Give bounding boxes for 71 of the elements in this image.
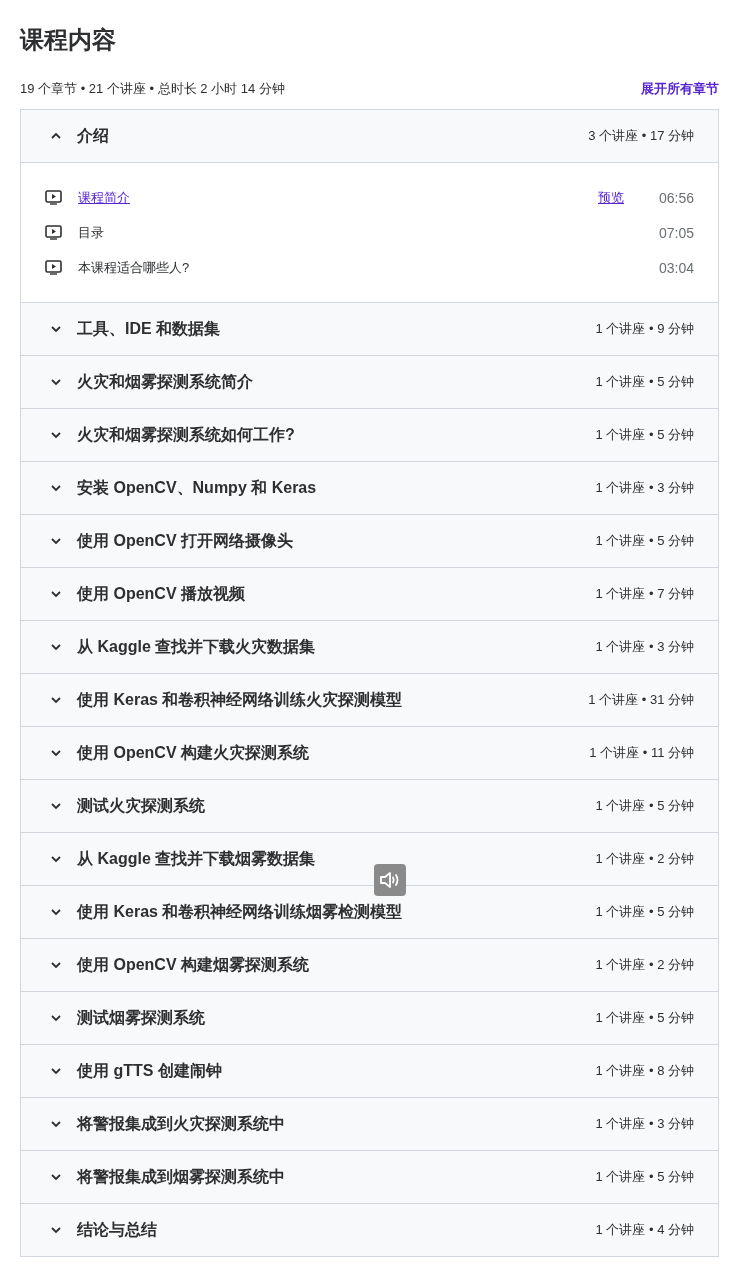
section-meta: 1 个讲座 • 3 分钟 [595, 479, 694, 497]
section-title: 将警报集成到火灾探测系统中 [77, 1113, 286, 1134]
section-meta: 1 个讲座 • 7 分钟 [595, 585, 694, 603]
lecture-link[interactable]: 课程简介 [78, 189, 130, 205]
section-meta: 1 个讲座 • 3 分钟 [595, 1115, 694, 1133]
section-meta: 1 个讲座 • 11 分钟 [589, 744, 694, 762]
section-title: 将警报集成到烟雾探测系统中 [77, 1166, 286, 1187]
lecture-title: 目录 [78, 224, 104, 240]
section-title: 测试火灾探测系统 [77, 795, 206, 816]
section-title: 工具、IDE 和数据集 [77, 318, 222, 339]
section-title: 使用 gTTS 创建闹钟 [77, 1060, 223, 1081]
section-meta: 1 个讲座 • 5 分钟 [595, 797, 694, 815]
section-header[interactable]: 使用 Keras 和卷积神经网络训练火灾探测模型 1 个讲座 • 31 分钟 [21, 674, 718, 726]
section-meta: 1 个讲座 • 2 分钟 [595, 850, 694, 868]
section-title: 从 Kaggle 查找并下载火灾数据集 [77, 636, 317, 657]
section-title: 使用 Keras 和卷积神经网络训练火灾探测模型 [77, 689, 404, 710]
section-header[interactable]: 工具、IDE 和数据集 1 个讲座 • 9 分钟 [21, 303, 718, 355]
section-title: 测试烟雾探测系统 [77, 1007, 206, 1028]
section-meta: 1 个讲座 • 5 分钟 [595, 426, 694, 444]
section-header[interactable]: 使用 OpenCV 构建火灾探测系统 1 个讲座 • 11 分钟 [21, 727, 718, 779]
speaker-icon[interactable] [374, 864, 406, 896]
lecture-title: 本课程适合哪些人? [78, 259, 190, 275]
section-meta: 1 个讲座 • 5 分钟 [595, 903, 694, 921]
section-title: 安装 OpenCV、Numpy 和 Keras [77, 477, 318, 498]
section-header[interactable]: 将警报集成到火灾探测系统中 1 个讲座 • 3 分钟 [21, 1098, 718, 1150]
section-title: 火灾和烟雾探测系统如何工作? [77, 424, 296, 445]
expand-all-link[interactable]: 展开所有章节 [641, 80, 719, 98]
section-header[interactable]: 使用 Keras 和卷积神经网络训练烟雾检测模型 1 个讲座 • 5 分钟 [21, 886, 718, 938]
lecture-duration: 03:04 [657, 259, 694, 276]
section-meta: 1 个讲座 • 3 分钟 [595, 638, 694, 656]
section-title: 使用 Keras 和卷积神经网络训练烟雾检测模型 [77, 901, 404, 922]
section-header[interactable]: 使用 OpenCV 构建烟雾探测系统 1 个讲座 • 2 分钟 [21, 939, 718, 991]
section-meta: 1 个讲座 • 31 分钟 [588, 691, 694, 709]
section-title: 使用 OpenCV 构建烟雾探测系统 [77, 954, 310, 975]
section-meta: 1 个讲座 • 4 分钟 [595, 1221, 694, 1239]
section-header[interactable]: 火灾和烟雾探测系统如何工作? 1 个讲座 • 5 分钟 [21, 409, 718, 461]
section-meta: 1 个讲座 • 2 分钟 [595, 956, 694, 974]
section-header[interactable]: 从 Kaggle 查找并下载烟雾数据集 1 个讲座 • 2 分钟 [21, 833, 718, 885]
section-header[interactable]: 使用 OpenCV 播放视频 1 个讲座 • 7 分钟 [21, 568, 718, 620]
section-header[interactable]: 测试火灾探测系统 1 个讲座 • 5 分钟 [21, 780, 718, 832]
section-title: 介绍 [77, 125, 110, 146]
section-meta: 1 个讲座 • 5 分钟 [595, 1009, 694, 1027]
section-header[interactable]: 将警报集成到烟雾探测系统中 1 个讲座 • 5 分钟 [21, 1151, 718, 1203]
section-header[interactable]: 火灾和烟雾探测系统简介 1 个讲座 • 5 分钟 [21, 356, 718, 408]
section-meta: 1 个讲座 • 8 分钟 [595, 1062, 694, 1080]
section-meta: 1 个讲座 • 5 分钟 [595, 532, 694, 550]
section-header[interactable]: 使用 OpenCV 打开网络摄像头 1 个讲座 • 5 分钟 [21, 515, 718, 567]
preview-link[interactable]: 预览 [598, 188, 624, 207]
lecture-duration: 06:56 [657, 189, 694, 206]
page-title: 课程内容 [20, 25, 117, 55]
section-meta: 1 个讲座 • 5 分钟 [595, 373, 694, 391]
section-title: 使用 OpenCV 打开网络摄像头 [77, 530, 294, 551]
section-header[interactable]: 测试烟雾探测系统 1 个讲座 • 5 分钟 [21, 992, 718, 1044]
section-header[interactable]: 从 Kaggle 查找并下载火灾数据集 1 个讲座 • 3 分钟 [21, 621, 718, 673]
lecture-duration: 07:05 [657, 224, 694, 241]
video-icon [45, 260, 62, 275]
section-title: 火灾和烟雾探测系统简介 [77, 371, 254, 392]
section-header[interactable]: 结论与总结 1 个讲座 • 4 分钟 [21, 1204, 718, 1256]
section-header[interactable]: 安装 OpenCV、Numpy 和 Keras 1 个讲座 • 3 分钟 [21, 462, 718, 514]
video-icon [45, 190, 62, 205]
section-title: 使用 OpenCV 构建火灾探测系统 [77, 742, 310, 763]
section-title: 结论与总结 [77, 1219, 158, 1240]
section-meta: 3 个讲座 • 17 分钟 [588, 127, 694, 145]
section-title: 使用 OpenCV 播放视频 [77, 583, 246, 604]
course-summary: 19 个章节 • 21 个讲座 • 总时长 2 小时 14 分钟 [20, 80, 285, 98]
section-meta: 1 个讲座 • 5 分钟 [595, 1168, 694, 1186]
video-icon [45, 225, 62, 240]
section-header[interactable]: 使用 gTTS 创建闹钟 1 个讲座 • 8 分钟 [21, 1045, 718, 1097]
section-title: 从 Kaggle 查找并下载烟雾数据集 [77, 848, 317, 869]
section-header[interactable]: 介绍 3 个讲座 • 17 分钟 [21, 110, 718, 162]
section-meta: 1 个讲座 • 9 分钟 [595, 320, 694, 338]
